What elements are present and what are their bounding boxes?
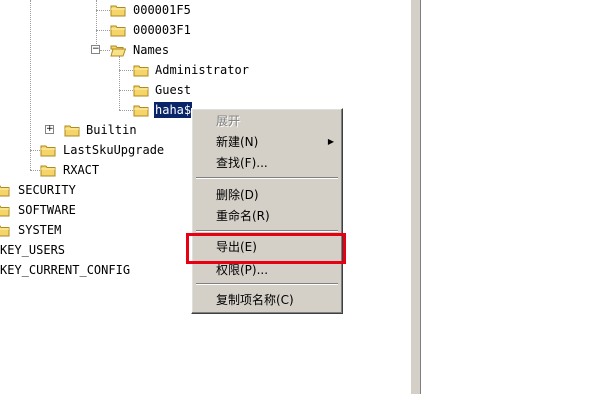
pane-splitter[interactable] — [410, 0, 421, 394]
menu-separator — [196, 283, 338, 285]
menu-separator — [196, 230, 338, 232]
tree-item-builtin[interactable]: Builtin — [86, 122, 137, 138]
menu-separator — [196, 177, 338, 179]
tree-item-names[interactable]: Names — [133, 42, 169, 58]
tree-line — [30, 150, 40, 151]
menu-item-expand-label: 展开 — [216, 114, 241, 128]
expand-icon[interactable]: + — [45, 125, 54, 134]
menu-item-new-label: 新建(N) — [216, 135, 259, 149]
tree-line — [96, 10, 110, 11]
folder-icon — [133, 65, 149, 77]
tree-line — [119, 90, 133, 91]
tree-item-system[interactable]: SYSTEM — [18, 222, 61, 238]
menu-item-copy-key-name[interactable]: 复制项名称(C) — [194, 290, 340, 310]
folder-icon — [40, 165, 56, 177]
open-folder-icon — [110, 45, 126, 57]
folder-icon — [110, 25, 126, 37]
menu-item-new[interactable]: 新建(N) ▶ — [194, 132, 340, 152]
menu-item-rename-label: 重命名(R) — [216, 209, 270, 223]
tree-item-software[interactable]: SOFTWARE — [18, 202, 76, 218]
tree-item-000001f5[interactable]: 000001F5 — [133, 2, 191, 18]
folder-icon — [110, 5, 126, 17]
tree-line — [119, 110, 133, 111]
collapse-icon[interactable]: − — [91, 45, 100, 54]
folder-icon — [133, 105, 149, 117]
menu-item-delete[interactable]: 删除(D) — [194, 185, 340, 205]
tree-item-security[interactable]: SECURITY — [18, 182, 76, 198]
tree-item-rxact[interactable]: RXACT — [63, 162, 99, 178]
tree-line — [119, 70, 133, 71]
menu-item-rename[interactable]: 重命名(R) — [194, 206, 340, 226]
menu-item-export-label: 导出(E) — [216, 240, 257, 254]
menu-item-delete-label: 删除(D) — [216, 188, 259, 202]
tree-item-administrator[interactable]: Administrator — [155, 62, 249, 78]
tree-item-lastskuupgrade[interactable]: LastSkuUpgrade — [63, 142, 164, 158]
tree-line — [96, 30, 110, 31]
values-pane — [421, 0, 615, 394]
menu-item-find-label: 查找(F)... — [216, 156, 268, 170]
tree-item-hkey-current-config[interactable]: KEY_CURRENT_CONFIG — [0, 262, 130, 278]
tree-line — [30, 0, 31, 170]
tree-item-haha-selected[interactable]: haha$ — [154, 102, 193, 118]
submenu-arrow-icon: ▶ — [327, 137, 334, 146]
menu-item-permissions[interactable]: 权限(P)... — [194, 260, 340, 280]
menu-item-export[interactable]: 导出(E) — [194, 237, 340, 257]
menu-item-expand: 展开 — [194, 111, 340, 131]
folder-icon — [133, 85, 149, 97]
tree-item-000003f1[interactable]: 000003F1 — [133, 22, 191, 38]
menu-item-copy-key-name-label: 复制项名称(C) — [216, 293, 294, 307]
tree-item-guest[interactable]: Guest — [155, 82, 191, 98]
tree-line — [100, 50, 110, 51]
menu-item-permissions-label: 权限(P)... — [216, 263, 269, 277]
folder-icon — [0, 225, 10, 237]
folder-icon — [0, 205, 10, 217]
tree-line — [96, 0, 97, 50]
tree-line — [30, 170, 40, 171]
folder-icon — [64, 125, 80, 137]
folder-icon — [40, 145, 56, 157]
folder-icon — [0, 185, 10, 197]
context-menu: 展开 新建(N) ▶ 查找(F)... 删除(D) 重命名(R) 导出(E) 权… — [191, 108, 343, 314]
menu-item-find[interactable]: 查找(F)... — [194, 153, 340, 173]
tree-item-hkey-users[interactable]: KEY_USERS — [0, 242, 65, 258]
tree-line — [119, 56, 120, 110]
